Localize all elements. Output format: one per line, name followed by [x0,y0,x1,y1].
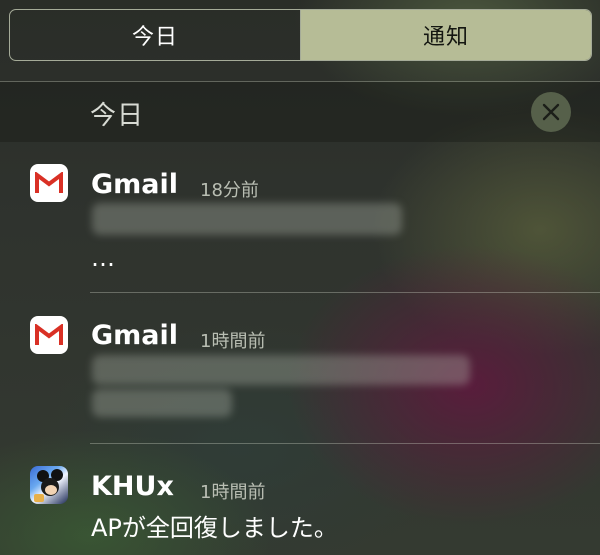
redacted-text [92,389,232,417]
notification-app-name: Gmail [91,169,179,200]
tab-notifications[interactable]: 通知 [301,10,591,60]
close-icon [542,103,560,121]
redacted-text [92,203,402,235]
tab-today[interactable]: 今日 [10,10,301,60]
segmented-control: 今日 通知 [9,9,592,61]
section-header: 今日 [0,82,600,142]
tab-notifications-label: 通知 [422,25,469,50]
gmail-icon [30,316,68,354]
notification-time: 18分前 [200,180,259,201]
notification-body: … [91,244,115,272]
notification-app-name: Gmail [91,320,179,351]
gmail-icon [30,164,68,202]
notification-time: 1時間前 [200,482,266,503]
tab-today-label: 今日 [131,25,178,50]
section-title: 今日 [90,101,145,131]
redacted-text [92,355,470,385]
khux-app-icon [30,466,68,504]
notification-app-name: KHUx [91,471,174,502]
clear-button[interactable] [531,92,571,132]
notification-body: APが全回復しました。 [91,514,338,542]
separator [90,443,600,444]
notification-time: 1時間前 [200,331,266,352]
separator [90,292,600,293]
